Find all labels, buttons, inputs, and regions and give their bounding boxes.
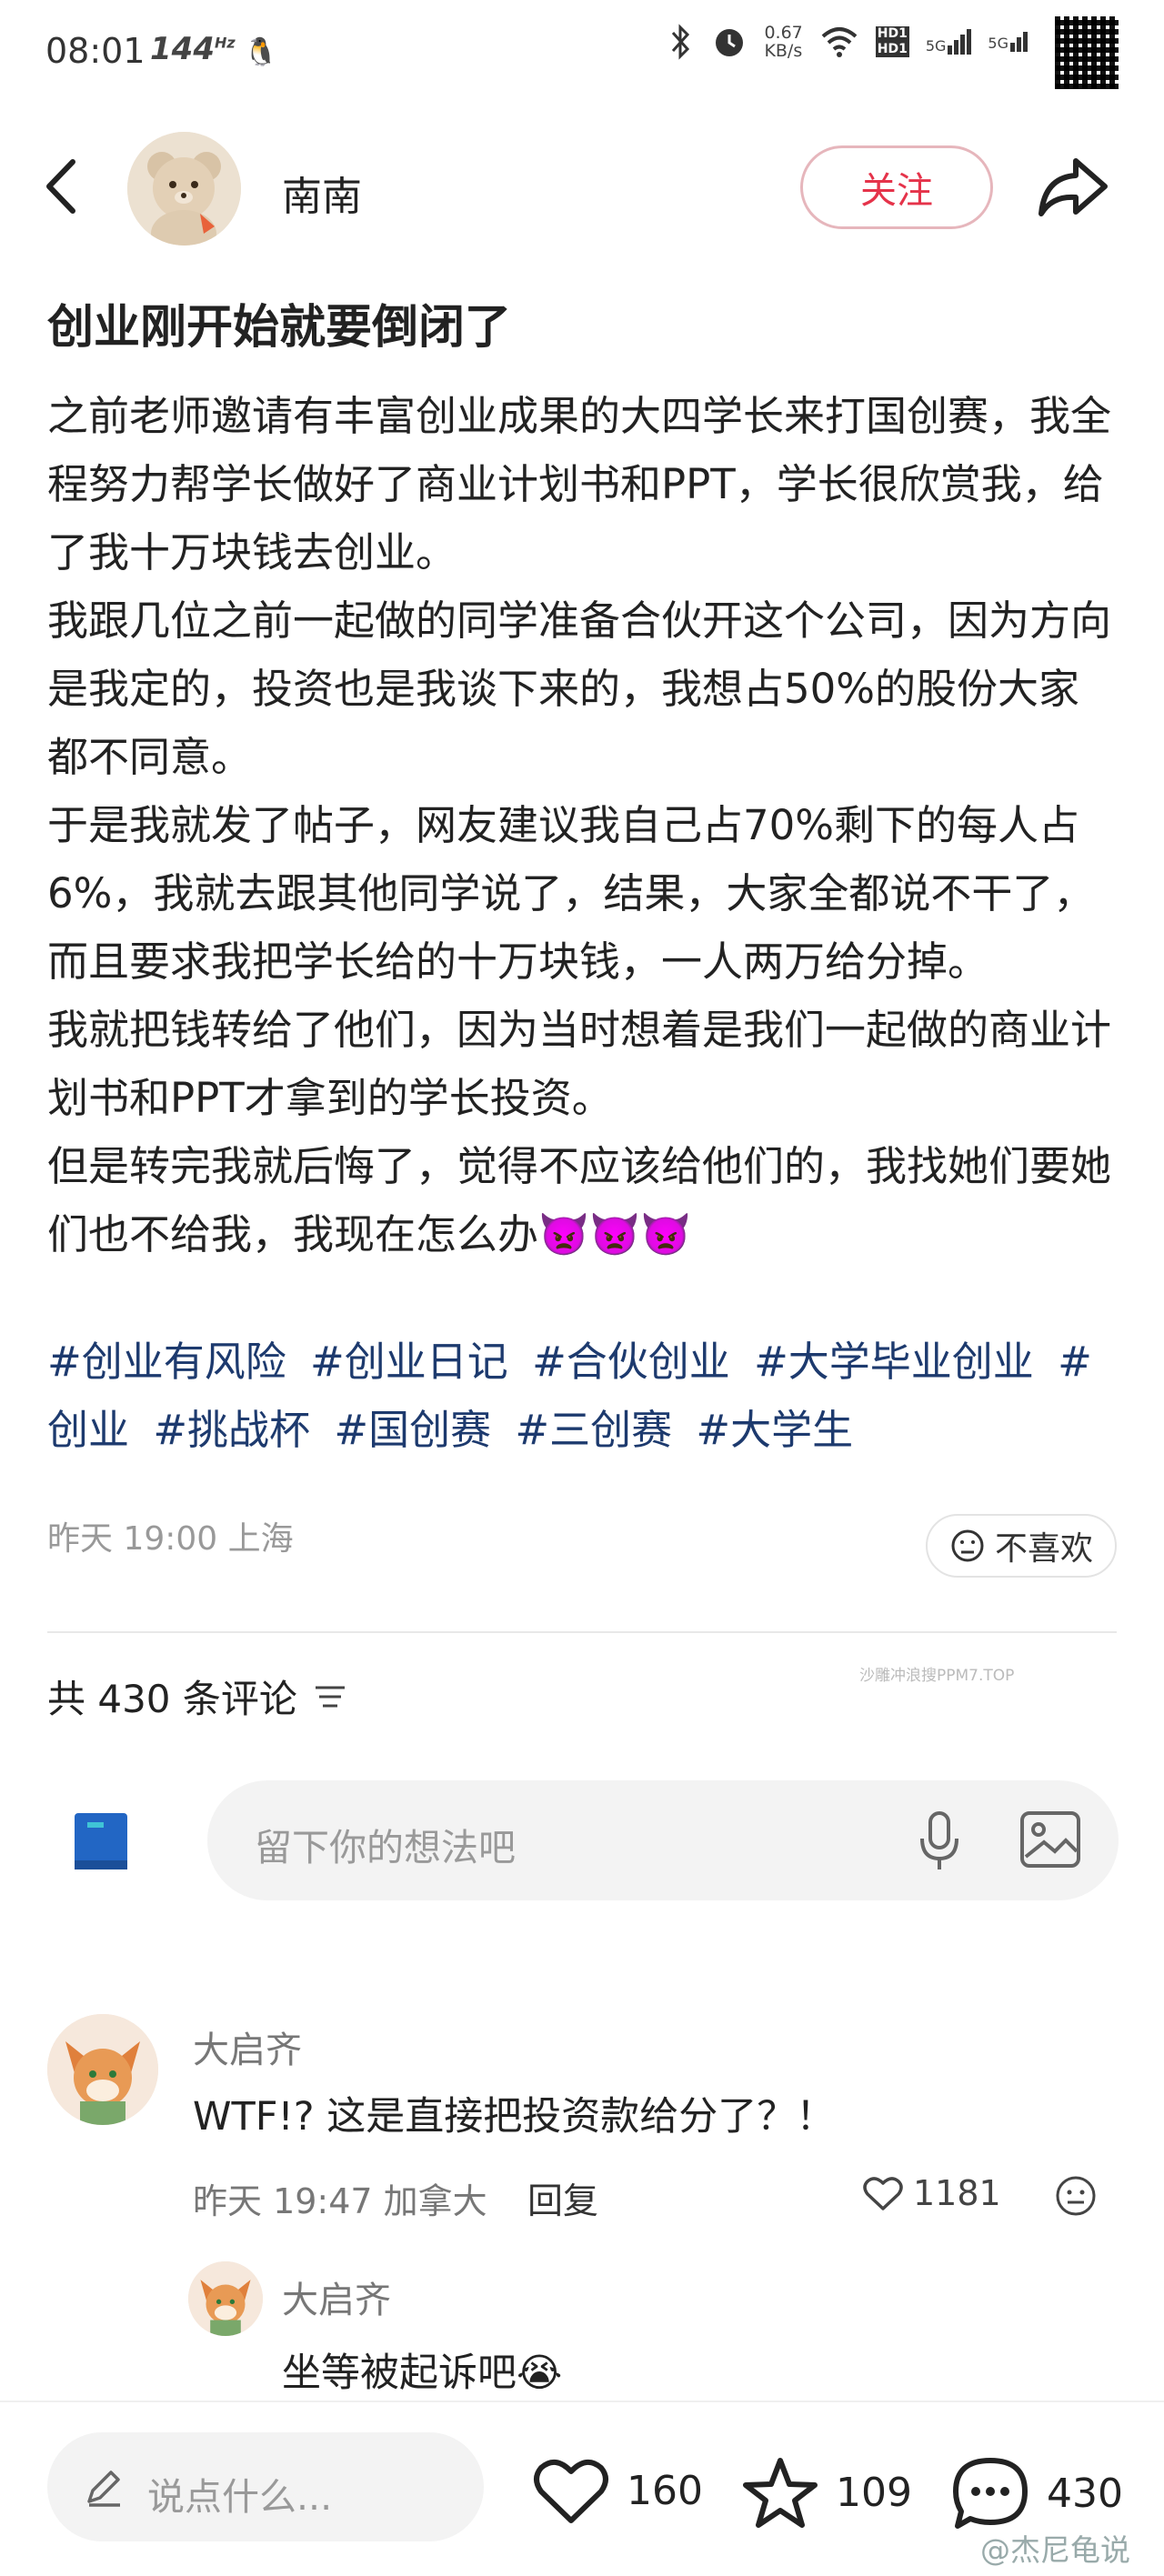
divider (47, 1631, 1117, 1633)
hashtag-link[interactable]: #创业日记 (310, 1338, 508, 1386)
comment-like-button[interactable]: 1181 (862, 2173, 1001, 2213)
chat-bubble-icon (953, 2458, 1028, 2529)
comment-count-label: 共 430 条评论 (47, 1677, 297, 1721)
comment-author[interactable]: 大启齐 (193, 2020, 302, 2073)
watermark: 沙雕冲浪搜PPM7.TOP (859, 1667, 1015, 1685)
fox-avatar-image (47, 2014, 158, 2125)
post-title: 创业刚开始就要倒闭了 (47, 301, 512, 355)
favorite-count: 109 (836, 2469, 912, 2516)
heart-icon (863, 2177, 903, 2210)
follow-button[interactable]: 关注 (800, 145, 993, 229)
refresh-rate: 144Hz (150, 31, 236, 67)
sort-icon[interactable] (312, 1680, 348, 1713)
status-time: 08:01 (45, 31, 146, 71)
wifi-icon (821, 27, 858, 57)
reply-button[interactable]: 回复 (527, 2173, 598, 2224)
dislike-button[interactable]: 不喜欢 (926, 1514, 1117, 1578)
teddy-bear-avatar-image (127, 132, 241, 246)
neutral-face-icon (951, 1529, 984, 1562)
say-something-input[interactable]: 说点什么... (47, 2432, 484, 2541)
bluetooth-icon (672, 24, 690, 60)
post-paragraph: 之前老师邀请有丰富创业成果的大四学长来打国创赛，我全程努力帮学长做好了商业计划书… (47, 392, 1112, 576)
star-icon (743, 2458, 818, 2528)
comment-like-count: 1181 (913, 2173, 1001, 2213)
comment-text: WTF!? 这是直接把投资款给分了？！ (193, 2094, 836, 2140)
back-arrow-icon[interactable] (36, 145, 87, 227)
like-button[interactable]: 160 (532, 2455, 703, 2526)
heart-icon (534, 2460, 608, 2523)
comment-button[interactable]: 430 (950, 2455, 1123, 2531)
comment-text: 坐等被起诉吧😭 (282, 2350, 563, 2396)
book-icon[interactable] (71, 1809, 131, 1873)
hashtag-link[interactable]: #三创赛 (515, 1406, 672, 1454)
like-count: 160 (627, 2467, 703, 2514)
favorite-button[interactable]: 109 (741, 2455, 912, 2530)
hashtag-link[interactable]: #大学生 (696, 1406, 853, 1454)
hashtag-link[interactable]: #合伙创业 (532, 1338, 730, 1386)
fox-avatar-image (188, 2261, 263, 2336)
share-icon[interactable] (1032, 150, 1114, 223)
commenter-avatar[interactable] (47, 2014, 158, 2125)
comment-author[interactable]: 大启齐 (282, 2270, 391, 2323)
author-avatar[interactable] (127, 132, 241, 246)
signal-5g-1: 5G (926, 29, 972, 55)
post-paragraph: 但是转完我就后悔了，觉得不应该给他们的，我找她们要她们也不给我，我现在怎么办👿👿… (47, 1142, 1112, 1258)
post-tags: #创业有风险 #创业日记 #合伙创业 #大学毕业创业 #创业 #挑战杯 #国创赛… (47, 1328, 1120, 1464)
post-meta: 昨天 19:00 上海 (47, 1520, 294, 1558)
hashtag-link[interactable]: #大学毕业创业 (754, 1338, 1034, 1386)
hashtag-link[interactable]: #创业有风险 (47, 1338, 286, 1386)
net-speed: 0.67 KB/s (764, 23, 803, 61)
status-bar: 08:01 144Hz 🐧 0.67 KB/s HD1 HD1 5G 5G (0, 0, 1164, 109)
comment-input-placeholder: 留下你的想法吧 (255, 1826, 516, 1869)
post-paragraph: 我就把钱转给了他们，因为当时想着是我们一起做的商业计划书和PPT才拿到的学长投资… (47, 1006, 1112, 1122)
post-paragraph: 我跟几位之前一起做的同学准备合伙开这个公司，因为方向是我定的，投资也是我谈下来的… (47, 596, 1112, 781)
hashtag-link[interactable]: #国创赛 (334, 1406, 491, 1454)
image-icon[interactable] (1018, 1809, 1082, 1869)
qq-icon: 🐧 (244, 36, 278, 68)
mic-icon[interactable] (917, 1809, 962, 1873)
comments-header: 共 430 条评论 (47, 1669, 348, 1724)
comment-count: 430 (1047, 2470, 1123, 2517)
qr-code-icon (1055, 16, 1119, 89)
signal-5g-2: 5G (988, 32, 1028, 52)
smiley-icon[interactable] (1053, 2173, 1099, 2219)
say-something-placeholder: 说点什么... (147, 2475, 333, 2519)
pen-icon (87, 2471, 120, 2507)
dislike-label: 不喜欢 (994, 1530, 1093, 1568)
comment-meta: 昨天 19:47 加拿大 (193, 2181, 487, 2221)
comment-input[interactable]: 留下你的想法吧 (207, 1780, 1119, 1900)
status-icons: 0.67 KB/s HD1 HD1 5G 5G (667, 24, 1028, 60)
author-name[interactable]: 南南 (282, 164, 362, 222)
hd-badge: HD1 HD1 (875, 26, 909, 57)
hashtag-link[interactable]: #挑战杯 (153, 1406, 310, 1454)
weibo-watermark: @杰尼龟说 (980, 2532, 1130, 2568)
alarm-icon (716, 29, 744, 56)
post-body: 之前老师邀请有丰富创业成果的大四学长来打国创赛，我全程努力帮学长做好了商业计划书… (47, 382, 1116, 1268)
post-paragraph: 于是我就发了帖子，网友建议我自己占70%剩下的每人占6%，我就去跟其他同学说了，… (47, 801, 1095, 986)
commenter-avatar[interactable] (188, 2261, 263, 2336)
